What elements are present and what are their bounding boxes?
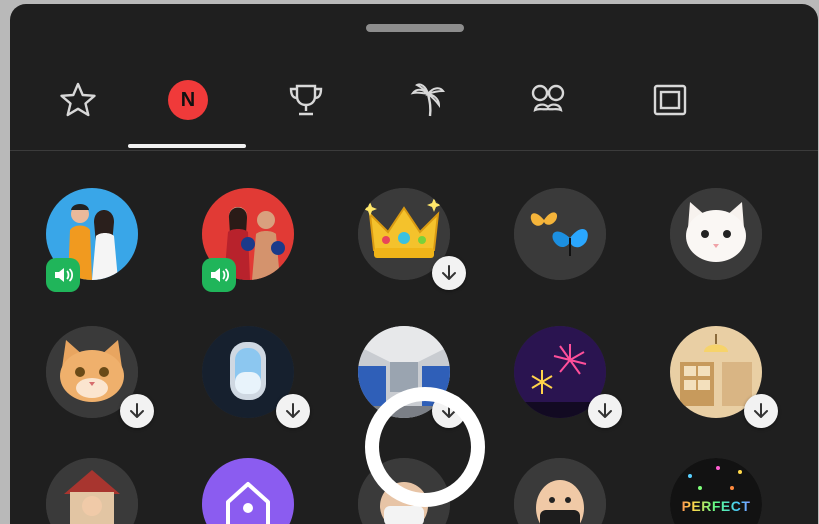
effect-white-cat[interactable] xyxy=(670,188,762,280)
tab-funny[interactable] xyxy=(488,54,608,146)
glasses-mustache-icon xyxy=(531,84,565,112)
download-arrow-icon xyxy=(598,403,612,418)
download-arrow-icon xyxy=(754,403,768,418)
palm-tree-icon xyxy=(410,83,446,117)
bald-masked-effect-icon xyxy=(514,458,606,524)
speaker-icon xyxy=(55,268,74,282)
sheet-drag-handle[interactable] xyxy=(366,24,464,32)
effect-purple-house[interactable] xyxy=(202,458,294,524)
tab-popular[interactable] xyxy=(246,54,366,146)
sound-badge xyxy=(202,258,236,292)
effect-bald-masked[interactable] xyxy=(514,458,606,524)
download-arrow-icon xyxy=(286,403,300,418)
butterflies-effect-icon xyxy=(514,188,606,280)
sound-badge xyxy=(46,258,80,292)
effect-perfect-text[interactable]: PERFECT xyxy=(670,458,762,524)
effects-sheet: N PERFECT xyxy=(10,4,818,524)
white-cat-effect-icon xyxy=(670,188,762,280)
tab-new[interactable]: N xyxy=(128,54,248,146)
effect-butterflies[interactable] xyxy=(514,188,606,280)
tab-frames[interactable] xyxy=(610,54,730,146)
star-icon xyxy=(60,82,96,117)
tab-favorites[interactable] xyxy=(18,54,138,146)
effect-house-girl[interactable] xyxy=(46,458,138,524)
download-button[interactable] xyxy=(588,394,622,428)
new-badge-icon: N xyxy=(168,80,208,120)
perfect-text-effect-icon xyxy=(670,458,762,524)
tab-travel[interactable] xyxy=(368,54,488,146)
download-button[interactable] xyxy=(432,256,466,290)
category-tab-bar: N xyxy=(10,54,818,150)
frame-icon xyxy=(653,84,687,116)
new-badge-label: N xyxy=(180,88,196,111)
capture-button[interactable] xyxy=(365,387,485,507)
tab-divider xyxy=(10,150,818,151)
download-arrow-icon xyxy=(442,265,456,280)
download-button[interactable] xyxy=(744,394,778,428)
purple-house-effect-icon xyxy=(202,458,294,524)
download-button[interactable] xyxy=(120,394,154,428)
download-arrow-icon xyxy=(130,403,144,418)
selected-tab-indicator xyxy=(128,144,246,148)
speaker-icon xyxy=(211,268,230,282)
house-girl-effect-icon xyxy=(46,458,138,524)
trophy-icon xyxy=(289,84,323,116)
download-button[interactable] xyxy=(276,394,310,428)
